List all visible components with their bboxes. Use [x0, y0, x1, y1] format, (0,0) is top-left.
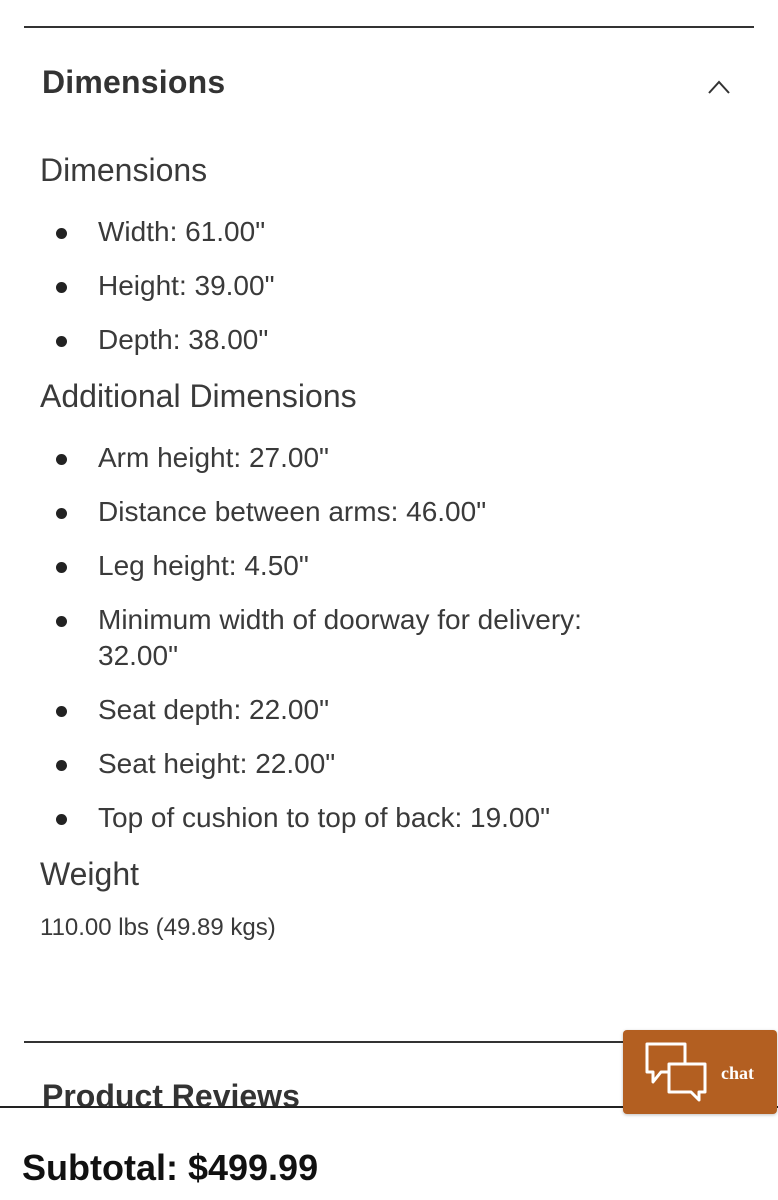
section-title: Dimensions — [42, 64, 226, 100]
weight-heading: Weight — [40, 856, 140, 892]
list-item: Leg height: 4.50" — [40, 548, 740, 584]
additional-dimensions-heading: Additional Dimensions — [40, 378, 357, 414]
list-item: Height: 39.00" — [40, 268, 740, 304]
list-item: Arm height: 27.00" — [40, 440, 740, 476]
list-item: Width: 61.00" — [40, 214, 740, 250]
list-item: Depth: 38.00" — [40, 322, 740, 358]
dimensions-panel: Dimensions Width: 61.00" Height: 39.00" … — [40, 150, 740, 944]
subtotal-text: Subtotal: $499.99 — [22, 1147, 319, 1188]
chevron-up-icon[interactable] — [708, 80, 730, 94]
list-item: Top of cushion to top of back: 19.00" — [40, 800, 740, 836]
subtotal-bar: Subtotal: $499.99 — [0, 1106, 778, 1200]
weight-value: 110.00 lbs (49.89 kgs) — [40, 914, 276, 941]
list-item: Minimum width of doorway for delivery: 3… — [40, 602, 658, 674]
dimensions-accordion-header[interactable]: Dimensions — [24, 28, 754, 134]
page: Dimensions Dimensions Width: 61.00" Heig… — [0, 0, 778, 1200]
list-item: Seat height: 22.00" — [40, 746, 740, 782]
chat-bubbles-icon — [645, 1042, 707, 1102]
dimensions-list: Width: 61.00" Height: 39.00" Depth: 38.0… — [40, 214, 740, 358]
list-item: Seat depth: 22.00" — [40, 692, 740, 728]
chat-button[interactable]: chat — [623, 1030, 777, 1114]
list-item: Distance between arms: 46.00" — [40, 494, 740, 530]
dimensions-heading: Dimensions — [40, 152, 208, 188]
additional-dimensions-list: Arm height: 27.00" Distance between arms… — [40, 440, 740, 836]
chat-label: chat — [721, 1063, 754, 1083]
